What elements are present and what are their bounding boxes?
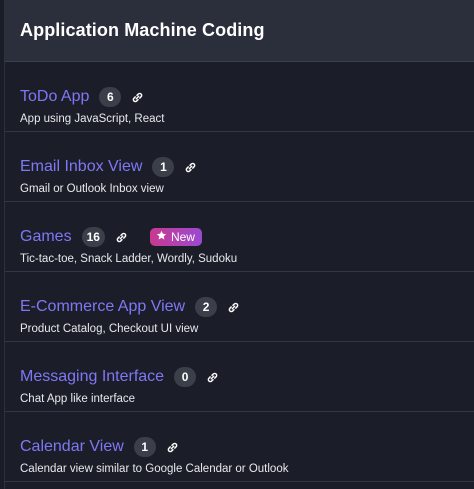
item-description: Gmail or Outlook Inbox view [20, 183, 164, 195]
link-icon[interactable] [166, 441, 179, 454]
link-icon[interactable] [131, 91, 144, 104]
new-badge: New [149, 228, 202, 246]
count-badge: 1 [152, 157, 175, 177]
count-badge: 2 [195, 297, 218, 317]
item-description: Chat App like interface [20, 393, 136, 405]
list-item-games: Games 16 New Tic-tac-toe, Snack Ladder, … [5, 202, 474, 272]
star-icon [156, 230, 167, 244]
problem-list-panel: Application Machine Coding ToDo App 6 Ap… [4, 0, 474, 489]
item-title-link[interactable]: E-Commerce App View [20, 298, 185, 316]
link-icon[interactable] [115, 231, 128, 244]
link-icon[interactable] [206, 371, 219, 384]
count-badge: 6 [99, 87, 122, 107]
list-item-email-inbox-view: Email Inbox View 1 Gmail or Outlook Inbo… [5, 132, 474, 202]
list-item-calendar-view: Calendar View 1 Calendar view similar to… [5, 412, 474, 482]
item-title-link[interactable]: Games [20, 228, 72, 246]
link-icon[interactable] [184, 161, 197, 174]
section-title: Application Machine Coding [20, 20, 265, 40]
item-description: Product Catalog, Checkout UI view [20, 323, 199, 335]
item-title-link[interactable]: ToDo App [20, 88, 89, 106]
list-item-messaging-interface: Messaging Interface 0 Chat App like inte… [5, 342, 474, 412]
problem-list: ToDo App 6 App using JavaScript, React E… [5, 62, 474, 482]
item-title-link[interactable]: Messaging Interface [20, 368, 164, 386]
link-icon[interactable] [227, 301, 240, 314]
item-description: Calendar view similar to Google Calendar… [20, 463, 289, 475]
section-header: Application Machine Coding [5, 0, 474, 62]
new-badge-label: New [170, 230, 195, 244]
count-badge: 0 [174, 367, 197, 387]
list-item-todo-app: ToDo App 6 App using JavaScript, React [5, 62, 474, 132]
count-badge: 16 [81, 227, 105, 247]
item-title-link[interactable]: Email Inbox View [20, 158, 142, 176]
list-item-e-commerce-app-view: E-Commerce App View 2 Product Catalog, C… [5, 272, 474, 342]
item-title-link[interactable]: Calendar View [20, 438, 124, 456]
item-description: Tic-tac-toe, Snack Ladder, Wordly, Sudok… [20, 253, 238, 265]
count-badge: 1 [133, 437, 156, 457]
item-description: App using JavaScript, React [20, 113, 165, 125]
